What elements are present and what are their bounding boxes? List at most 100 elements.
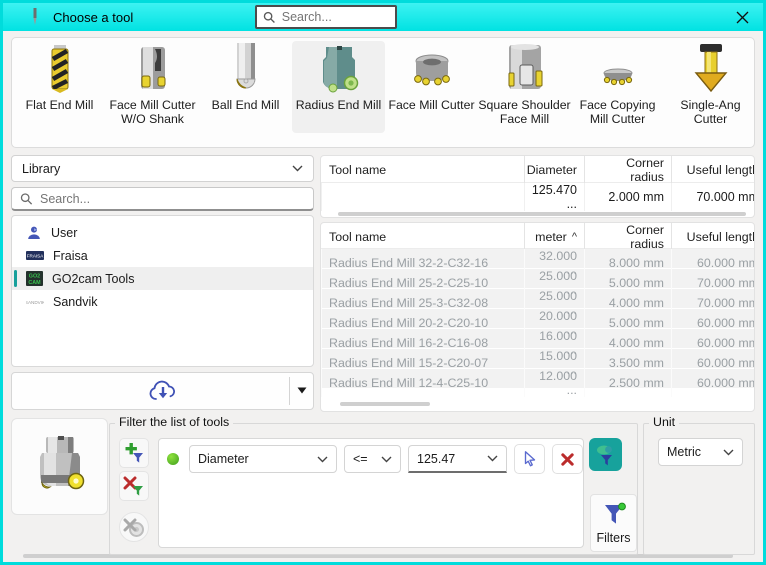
filters-funnel-icon: [600, 501, 628, 529]
user-icon: [26, 225, 42, 241]
tools-table-scrollbar[interactable]: [340, 402, 430, 406]
tool-row[interactable]: Radius End Mill 15-2-C20-07 15.000 ... 3…: [321, 349, 755, 369]
svg-text:GO2: GO2: [29, 274, 40, 280]
square-shoulder-face-mill-icon: [497, 43, 553, 95]
filter-group-label: Filter the list of tools: [115, 415, 233, 429]
library-item-go2cam-tools[interactable]: GO2 CAM GO2cam Tools: [12, 267, 313, 290]
cell-tool-name: [321, 183, 524, 211]
search-icon: [263, 10, 276, 25]
tool-type-flat-end-mill[interactable]: Flat End Mill: [13, 41, 106, 133]
cell-diameter: 125.470 ...: [524, 183, 584, 211]
filter-active-dot: [167, 453, 179, 465]
library-item-label: Sandvik: [53, 295, 97, 309]
tool-type-strip: Flat End Mill Face Mill Cutter W/O Shank: [11, 37, 755, 148]
filter-operator-select[interactable]: <=: [344, 445, 401, 473]
face-mill-cutter-icon: [404, 43, 460, 95]
tool-type-radius-end-mill[interactable]: Radius End Mill: [292, 41, 385, 133]
filter-value-select[interactable]: 125.47: [408, 445, 507, 473]
add-filter-button[interactable]: [119, 438, 149, 468]
tool-type-face-copying-mill-cutter[interactable]: Face Copying Mill Cutter: [571, 41, 664, 133]
col-diameter-text: meter: [535, 230, 567, 244]
unit-group-label: Unit: [649, 415, 679, 429]
tool-type-square-shoulder-face-mill[interactable]: Square Shoulder Face Mill: [478, 41, 571, 133]
selected-tool-table-scrollbar[interactable]: [338, 212, 746, 216]
tool-row[interactable]: Radius End Mill 32-2-C32-16 32.000 ... 8…: [321, 249, 755, 269]
col-tool-name[interactable]: Tool name: [321, 223, 524, 251]
filters-button-label: Filters: [596, 531, 630, 545]
dialog-tool-icon: [31, 8, 39, 26]
close-icon: [736, 11, 749, 24]
library-dropdown-value: Library: [22, 162, 60, 176]
download-library-button[interactable]: [11, 372, 314, 410]
title-search-box[interactable]: [255, 5, 397, 29]
titlebar: Choose a tool: [3, 3, 763, 31]
svg-text:FRAISA: FRAISA: [27, 254, 44, 259]
sandvik-logo: SANDVIK: [26, 298, 44, 306]
col-corner-radius[interactable]: Corner radius: [584, 156, 671, 184]
face-copying-mill-cutter-icon: [590, 43, 646, 95]
col-tool-name[interactable]: Tool name: [321, 156, 524, 184]
filter-field-value: Diameter: [198, 452, 249, 466]
tool-row[interactable]: Radius End Mill 25-2-C25-10 25.000 ... 5…: [321, 269, 755, 289]
svg-text:SANDVIK: SANDVIK: [26, 300, 44, 305]
tool-type-label: Flat End Mill: [26, 98, 94, 112]
col-useful-length[interactable]: Useful length: [671, 223, 755, 251]
tool-row[interactable]: Radius End Mill 20-2-C20-10 20.000 ... 5…: [321, 309, 755, 329]
svg-text:CAM: CAM: [28, 280, 41, 286]
delete-x-icon: [560, 452, 575, 467]
single-angle-cutter-icon: [683, 43, 739, 95]
fraisa-logo: FRAISA: [26, 251, 44, 260]
filter-field-select[interactable]: Diameter: [189, 445, 337, 473]
library-search-input[interactable]: [40, 192, 305, 206]
delete-filter-button[interactable]: [552, 444, 583, 474]
remove-filter-button[interactable]: [119, 471, 149, 501]
face-mill-wo-shank-icon: [125, 43, 181, 95]
tools-table-header: Tool name meter ^ Corner radius Useful l…: [321, 223, 755, 249]
library-item-label: Fraisa: [53, 249, 88, 263]
library-item-label: GO2cam Tools: [52, 272, 134, 286]
library-item-fraisa[interactable]: FRAISA Fraisa: [12, 244, 313, 267]
tool-row[interactable]: Radius End Mill 12-4-C25-10 12.000 ... 2…: [321, 369, 755, 389]
tool-type-ball-end-mill[interactable]: Ball End Mill: [199, 41, 292, 133]
go2cam-logo: GO2 CAM: [26, 271, 43, 286]
cell-tool-name: Radius End Mill 12-4-C25-10: [321, 369, 524, 397]
download-split-arrow-icon[interactable]: [297, 387, 307, 394]
flat-end-mill-icon: [32, 43, 88, 95]
col-diameter[interactable]: Diameter: [524, 156, 584, 184]
selected-tool-table: Tool name Diameter Corner radius Useful …: [320, 155, 755, 218]
cursor-arrow-icon: [521, 450, 539, 468]
library-item-user[interactable]: User: [12, 221, 313, 244]
chevron-down-icon: [292, 165, 303, 172]
tool-row[interactable]: Radius End Mill 25-3-C32-08 25.000 ... 4…: [321, 289, 755, 309]
col-useful-length[interactable]: Useful length: [671, 156, 755, 184]
filter-group: Filter the list of tools: [109, 423, 638, 555]
col-corner-radius[interactable]: Corner radius: [584, 223, 671, 251]
dialog-title: Choose a tool: [53, 10, 133, 25]
unit-select[interactable]: Metric: [658, 438, 743, 466]
cell-useful-length: 60.000 mm: [671, 369, 755, 397]
filter-operator-value: <=: [353, 452, 368, 466]
col-diameter-sorted[interactable]: meter ^: [524, 223, 584, 251]
tool-preview: [11, 418, 108, 515]
tool-row[interactable]: Radius End Mill 16-2-C16-08 16.000 ... 4…: [321, 329, 755, 349]
search-icon: [20, 192, 33, 206]
library-item-sandvik[interactable]: SANDVIK Sandvik: [12, 290, 313, 313]
library-list: User FRAISA Fraisa GO2 CAM GO2cam Tools …: [11, 215, 314, 367]
choose-tool-dialog: Choose a tool Flat End Mill: [0, 0, 766, 565]
chevron-down-icon: [723, 449, 734, 456]
chevron-down-icon: [381, 456, 392, 463]
filters-button[interactable]: Filters: [590, 494, 637, 552]
library-dropdown[interactable]: Library: [11, 155, 314, 182]
title-search-input[interactable]: [282, 10, 389, 24]
library-search-box[interactable]: [11, 187, 314, 211]
selected-tool-row[interactable]: 125.470 ... 2.000 mm 70.000 mm: [321, 183, 755, 208]
tool-type-face-mill-cutter[interactable]: Face Mill Cutter: [385, 41, 478, 133]
selected-tool-table-header: Tool name Diameter Corner radius Useful …: [321, 156, 755, 183]
tool-type-single-angle-cutter[interactable]: Single-Ang Cutter: [664, 41, 755, 133]
clear-filters-button-disabled[interactable]: [119, 512, 149, 542]
close-button[interactable]: [731, 6, 753, 28]
tool-type-face-mill-wo-shank[interactable]: Face Mill Cutter W/O Shank: [106, 41, 199, 133]
tool-type-label: Face Mill Cutter W/O Shank: [106, 98, 199, 126]
apply-filter-button[interactable]: [589, 438, 622, 471]
pick-value-button[interactable]: [514, 444, 545, 474]
